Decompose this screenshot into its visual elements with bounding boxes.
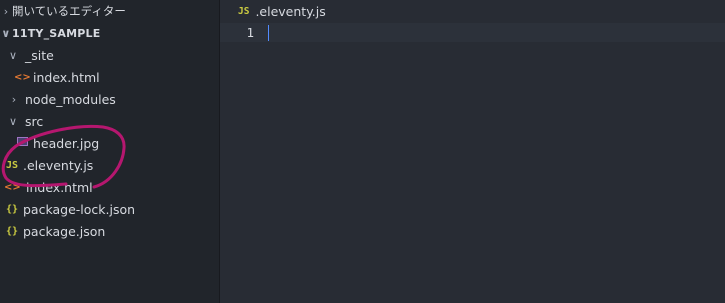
open-editors-header[interactable]: › 開いているエディター	[0, 1, 126, 21]
tree-item-site-folder[interactable]: ∨ _site	[0, 44, 219, 66]
chevron-down-icon: ∨	[8, 48, 18, 62]
tree-item-label: package.json	[23, 223, 106, 239]
tree-item-label: .eleventy.js	[23, 157, 94, 173]
editor-tab-eleventy-js[interactable]: JS .eleventy.js	[238, 2, 326, 20]
project-header[interactable]: ∨ 11TY_SAMPLE	[0, 23, 100, 43]
tree-item-label: index.html	[33, 69, 100, 85]
tree-item-label: header.jpg	[33, 135, 100, 151]
image-file-icon	[14, 137, 30, 149]
tab-label: .eleventy.js	[255, 3, 326, 19]
tree-item-label: index.html	[26, 179, 93, 195]
json-file-icon: {}	[5, 203, 19, 215]
tree-item-eleventy-js[interactable]: JS .eleventy.js	[0, 154, 219, 176]
tree-item-node-modules-folder[interactable]: › node_modules	[0, 88, 219, 110]
tree-item-package-json[interactable]: {} package.json	[0, 220, 219, 242]
html-file-icon: <>	[4, 181, 21, 193]
chevron-right-icon: ›	[3, 4, 9, 18]
project-label: 11TY_SAMPLE	[12, 26, 101, 40]
editor-pane: JS .eleventy.js 1	[220, 0, 725, 303]
line-number: 1	[246, 25, 254, 40]
tree-item-label: package-lock.json	[23, 201, 136, 217]
text-cursor	[268, 24, 269, 41]
explorer-sidebar: › 開いているエディター ∨ 11TY_SAMPLE ∨ _site <> in…	[0, 0, 219, 303]
js-file-icon: JS	[5, 159, 19, 171]
chevron-right-icon: ›	[11, 92, 17, 106]
tree-item-site-index-html[interactable]: <> index.html	[0, 66, 219, 88]
app-window: › 開いているエディター ∨ 11TY_SAMPLE ∨ _site <> in…	[0, 0, 725, 303]
js-file-icon: JS	[238, 5, 250, 17]
current-line[interactable]: 1	[220, 23, 725, 42]
open-editors-label: 開いているエディター	[12, 4, 126, 18]
html-file-icon: <>	[14, 71, 31, 83]
json-file-icon: {}	[5, 225, 19, 237]
chevron-down-icon: ∨	[8, 114, 18, 128]
tree-item-src-folder[interactable]: ∨ src	[0, 110, 219, 132]
chevron-down-icon: ∨	[1, 26, 11, 40]
tree-item-header-jpg[interactable]: header.jpg	[0, 132, 219, 154]
tree-item-label: src	[25, 113, 44, 129]
tree-item-label: _site	[25, 47, 54, 63]
tree-item-src-index-html[interactable]: <> index.html	[0, 176, 219, 198]
tree-item-label: node_modules	[25, 91, 116, 107]
tree-item-package-lock-json[interactable]: {} package-lock.json	[0, 198, 219, 220]
